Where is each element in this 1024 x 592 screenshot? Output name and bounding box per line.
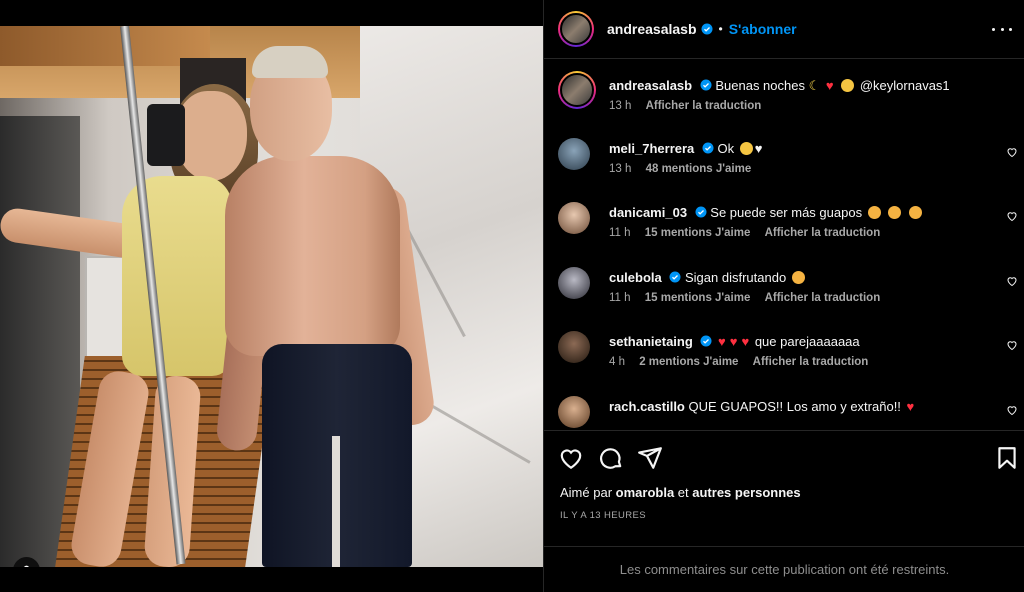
- share-icon[interactable]: [637, 445, 663, 471]
- comment-username[interactable]: sethanietaing: [609, 334, 693, 349]
- comment-row: danicami_03 Se puede ser más guapos 11 h…: [558, 202, 1018, 246]
- heart-eyes-emoji-icon: [888, 206, 902, 219]
- red-heart-emoji-icon: ♥: [741, 334, 750, 349]
- comment-time: 11 h: [609, 227, 631, 239]
- comment-text: que parejaaaaaaa: [754, 334, 860, 349]
- caption-text: Buenas noches: [715, 78, 805, 93]
- caption-mention[interactable]: @keylornavas1: [860, 78, 950, 93]
- red-heart-emoji-icon: ♥: [906, 399, 915, 414]
- post-sidebar: andreasalasb • S'abonner andreasalasb Bu…: [543, 0, 1024, 592]
- author-avatar[interactable]: [558, 11, 594, 47]
- comment-avatar[interactable]: [558, 202, 590, 234]
- red-heart-emoji-icon: ♥: [729, 334, 738, 349]
- comment-time: 11 h: [609, 292, 631, 304]
- verified-icon: [669, 271, 681, 283]
- like-icon[interactable]: [558, 445, 584, 471]
- likes-prefix: Aimé par: [560, 485, 613, 500]
- likes-user[interactable]: omarobla: [616, 485, 675, 500]
- comment-translate-link[interactable]: Afficher la traduction: [765, 227, 881, 239]
- header-separator: •: [718, 22, 723, 36]
- heart-eyes-emoji-icon: [867, 206, 881, 219]
- comment-time: 13 h: [609, 163, 632, 175]
- comment-username[interactable]: meli_7herrera: [609, 141, 694, 156]
- red-heart-emoji-icon: ♥: [825, 78, 834, 93]
- caption-username[interactable]: andreasalasb: [609, 78, 692, 93]
- comment-text: Sigan disfrutando: [685, 270, 787, 285]
- photo-man-pants-gap: [332, 436, 340, 567]
- moon-emoji-icon: ☾: [808, 78, 821, 93]
- verified-icon: [700, 335, 712, 347]
- comment-avatar[interactable]: [558, 267, 590, 299]
- user-tag-icon: [24, 565, 29, 567]
- red-heart-emoji-icon: ♥: [718, 334, 726, 349]
- comment-text: QUE GUAPOS!! Los amo y extraño!!: [688, 399, 901, 414]
- post-header: andreasalasb • S'abonner: [544, 0, 1024, 59]
- photo-ceiling-wood: [0, 26, 210, 66]
- comment-text: Se puede ser más guapos: [710, 205, 863, 220]
- post-actions: Aimé par omarobla et autres personnes IL…: [544, 430, 1024, 545]
- follow-button[interactable]: S'abonner: [729, 21, 797, 37]
- author-username[interactable]: andreasalasb: [607, 21, 697, 37]
- comment-translate-link[interactable]: Afficher la traduction: [753, 356, 869, 368]
- smiling-emoji-icon: [739, 142, 753, 155]
- comment-time: 4 h: [609, 356, 625, 368]
- comment-avatar[interactable]: [558, 138, 590, 170]
- post-timestamp: IL Y A 13 HEURES: [560, 510, 646, 521]
- comment-username[interactable]: danicami_03: [609, 205, 687, 220]
- verified-icon: [700, 79, 712, 91]
- comment-likes[interactable]: 15 mentions J'aime: [645, 227, 751, 239]
- photo-man-torso: [225, 156, 400, 356]
- save-icon[interactable]: [994, 445, 1020, 471]
- caption-translate-link[interactable]: Afficher la traduction: [646, 100, 762, 112]
- comment-like-icon[interactable]: [1006, 146, 1018, 158]
- comment-row: sethanietaing ♥ ♥ ♥ que parejaaaaaaa 4 h 2…: [558, 331, 1018, 375]
- white-heart-emoji-icon: ♥: [754, 141, 763, 156]
- more-icon: [992, 27, 995, 31]
- comment-likes[interactable]: 48 mentions J'aime: [646, 163, 752, 175]
- heart-eyes-emoji-icon: [908, 206, 922, 219]
- sleepy-emoji-icon: [841, 79, 855, 92]
- comment-translate-link[interactable]: Afficher la traduction: [765, 292, 881, 304]
- comment-avatar[interactable]: [558, 396, 590, 428]
- comment-like-icon[interactable]: [1006, 339, 1018, 351]
- verified-icon: [695, 206, 707, 218]
- comment-row: culebola Sigan disfrutando 11 h 15 menti…: [558, 267, 1018, 311]
- comment-icon[interactable]: [598, 445, 624, 471]
- comment-username[interactable]: rach.castillo: [609, 399, 685, 414]
- verified-icon: [701, 23, 712, 35]
- comment-like-icon[interactable]: [1006, 275, 1018, 287]
- comment-username[interactable]: culebola: [609, 270, 662, 285]
- comment-row: meli_7herrera Ok ♥ 13 h 48 mentions J'ai…: [558, 138, 1018, 182]
- comment-avatar[interactable]: [558, 331, 590, 363]
- comments-list[interactable]: andreasalasb Buenas noches ☾ ♥ @keylorna…: [544, 60, 1024, 430]
- comment-row: rach.castillo QUE GUAPOS!! Los amo y ext…: [558, 396, 1018, 430]
- comment-likes[interactable]: 15 mentions J'aime: [645, 292, 751, 304]
- likes-others[interactable]: autres personnes: [692, 485, 800, 500]
- comments-restricted-notice: Les commentaires sur cette publication o…: [544, 546, 1024, 592]
- more-options-button[interactable]: [992, 21, 1012, 37]
- caption-row: andreasalasb Buenas noches ☾ ♥ @keylorna…: [558, 71, 1018, 115]
- caption-avatar[interactable]: [558, 71, 596, 109]
- caption-time: 13 h: [609, 100, 632, 112]
- likes-summary: Aimé par omarobla et autres personnes: [560, 485, 801, 500]
- comment-likes[interactable]: 2 mentions J'aime: [639, 356, 738, 368]
- comment-like-icon[interactable]: [1006, 404, 1018, 416]
- photo-phone: [147, 104, 185, 166]
- comment-like-icon[interactable]: [1006, 210, 1018, 222]
- verified-icon: [702, 142, 714, 154]
- smiling-hearts-emoji-icon: [791, 271, 805, 284]
- photo-woman-face: [175, 91, 247, 181]
- likes-connector: et: [677, 485, 689, 500]
- comment-text: Ok: [717, 141, 735, 156]
- photo-man-hair: [252, 46, 328, 78]
- post-photo[interactable]: [0, 26, 543, 567]
